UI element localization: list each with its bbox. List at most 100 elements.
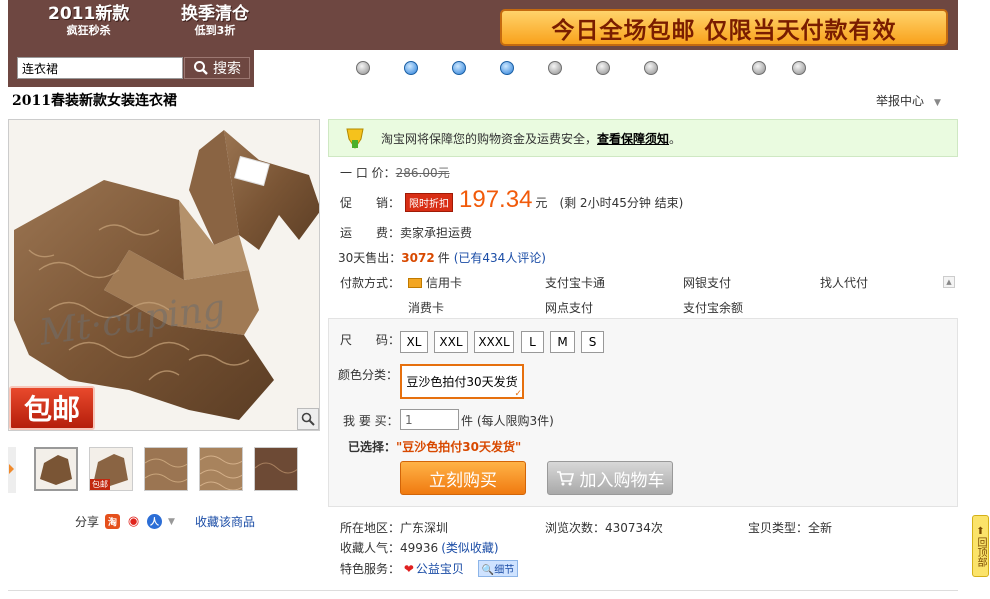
promo-new-title: 2011新款 — [48, 4, 130, 24]
size-option-xxl[interactable]: XXL — [434, 331, 468, 353]
payment-credit-card[interactable]: 信用卡 — [408, 274, 462, 291]
payment-online-bank[interactable]: 网银支付 — [683, 274, 731, 291]
share-row: 分享 淘 ◉ 人 ▼ 收藏该商品 — [75, 513, 255, 530]
similar-collections-link[interactable]: (类似收藏) — [441, 541, 498, 555]
promo-price-value: 197.34 — [459, 186, 533, 213]
search-input[interactable] — [17, 57, 183, 79]
original-price-row: 一 口 价： 286.00元 — [340, 164, 450, 181]
size-option-s[interactable]: S — [581, 331, 604, 353]
thumbnail-4[interactable] — [199, 447, 243, 491]
guarantee-info-link[interactable]: 查看保障须知 — [597, 132, 669, 146]
top-banner: 2011新款 疯狂秒杀 换季清仓 低到3折 今日全场包邮 仅限当天付款有效 — [8, 0, 958, 50]
detail-badge[interactable]: 🔍细节 — [477, 560, 519, 577]
nav-dot-8[interactable] — [752, 61, 766, 75]
payment-outlet[interactable]: 网点支付 — [545, 299, 593, 316]
report-center-menu[interactable]: 举报中心 ▼ — [876, 92, 941, 109]
payment-proxy-pay[interactable]: 找人代付 — [820, 274, 868, 291]
dress-image — [9, 120, 319, 430]
add-to-cart-button[interactable]: 加入购物车 — [547, 461, 673, 495]
location-value: 广东深圳 — [400, 521, 449, 535]
popularity-row: 收藏人气：49936 (类似收藏) — [340, 539, 499, 556]
views-value: 430734次 — [605, 521, 663, 535]
free-shipping-banner[interactable]: 今日全场包邮 仅限当天付款有效 — [500, 9, 948, 46]
color-label: 颜色分类： — [338, 368, 399, 382]
limited-discount-badge: 限时折扣 — [405, 193, 454, 212]
shipping-value: 卖家承担运费 — [400, 226, 473, 240]
thumbnail-5[interactable] — [254, 447, 298, 491]
search-button[interactable]: 搜索 — [184, 57, 250, 79]
nav-dot-7[interactable] — [644, 61, 658, 75]
thumbnail-dress-image — [36, 449, 76, 489]
guarantee-text: 淘宝网将保障您的购物资金及运费安全， — [381, 131, 598, 146]
payment-collapse-button[interactable]: ▲ — [943, 276, 955, 288]
payment-consumer-card[interactable]: 消费卡 — [408, 299, 444, 316]
chevron-down-icon[interactable]: ▼ — [168, 517, 175, 527]
search-bar: 搜索 — [8, 50, 254, 87]
selected-row: 已选择： "豆沙色拍付30天发货" — [348, 438, 521, 455]
thumbnail-1[interactable] — [34, 447, 78, 491]
sales-row: 30天售出： 3072 件 (已有434人评论) — [338, 249, 546, 266]
payment-alipay-balance[interactable]: 支付宝余额 — [683, 299, 743, 316]
size-option-xxxl[interactable]: XXXL — [474, 331, 514, 353]
zoom-button[interactable] — [297, 408, 319, 430]
location-label: 所在地区： — [340, 521, 401, 535]
popularity-label: 收藏人气： — [340, 541, 401, 555]
views-row: 浏览次数：430734次 — [545, 519, 663, 536]
payment-alipay-kaitong[interactable]: 支付宝卡通 — [545, 274, 605, 291]
color-option-selected[interactable]: 豆沙色拍付30天发货 — [400, 364, 524, 399]
detail-badge-label: 细节 — [494, 565, 515, 576]
thumb-prev-arrow[interactable] — [8, 447, 16, 493]
sales-label: 30天售出： — [338, 251, 402, 265]
shipping-label: 运 费： — [340, 226, 401, 240]
quantity-input[interactable] — [400, 409, 459, 430]
back-to-top-label: 回顶部 — [975, 536, 986, 567]
taobao-share-icon[interactable]: 淘 — [105, 514, 121, 529]
weibo-share-icon[interactable]: ◉ — [126, 514, 142, 529]
nav-dot-1[interactable] — [356, 61, 370, 75]
chevron-down-icon: ▼ — [934, 98, 941, 108]
selected-value: "豆沙色拍付30天发货" — [396, 440, 522, 454]
back-to-top-button[interactable]: ⬆ 回顶部 — [972, 515, 989, 577]
nav-dot-5[interactable] — [548, 61, 562, 75]
payment-option-label: 信用卡 — [426, 276, 463, 290]
divider — [8, 590, 958, 591]
free-shipping-mini-badge: 包邮 — [90, 479, 110, 490]
views-label: 浏览次数： — [545, 521, 606, 535]
quantity-note: 件 (每人限购3件) — [461, 414, 554, 428]
nav-dot-3[interactable] — [452, 61, 466, 75]
payment-label: 付款方式： — [340, 276, 401, 290]
promo-price-unit: 元 — [535, 196, 548, 210]
promo-clearance-subtitle: 低到3折 — [194, 24, 236, 37]
thumbnail-2[interactable]: 包邮 — [89, 447, 133, 491]
type-label: 宝贝类型： — [748, 521, 809, 535]
promo-new-subtitle: 疯狂秒杀 — [66, 24, 111, 37]
selected-label: 已选择： — [348, 440, 397, 454]
size-option-xl[interactable]: XL — [400, 331, 428, 353]
share-label: 分享 — [75, 515, 100, 529]
renren-share-icon[interactable]: 人 — [147, 514, 163, 529]
promo-clearance[interactable]: 换季清仓 低到3折 — [181, 6, 249, 37]
location-row: 所在地区：广东深圳 — [340, 519, 448, 536]
sales-unit: 件 — [437, 251, 450, 265]
nav-dot-9[interactable] — [792, 61, 806, 75]
main-product-image[interactable]: Mt·cuping 包邮 — [8, 119, 320, 431]
search-icon — [194, 61, 208, 75]
add-to-cart-label: 加入购物车 — [579, 470, 665, 491]
collect-product-link[interactable]: 收藏该商品 — [195, 513, 255, 530]
promo-new-arrivals[interactable]: 2011新款 疯狂秒杀 — [48, 4, 130, 37]
buy-now-button[interactable]: 立刻购买 — [400, 461, 526, 495]
cart-icon — [556, 471, 574, 486]
charity-item-link[interactable]: 公益宝贝 — [416, 562, 464, 576]
thumbnail-3[interactable] — [144, 447, 188, 491]
quantity-label: 我 要 买： — [343, 414, 399, 428]
free-shipping-badge: 包邮 — [9, 386, 95, 430]
promo-price-row: 促 销： 限时折扣 197.34 元 (剩 2小时45分钟 结束) — [340, 186, 683, 214]
nav-dot-2[interactable] — [404, 61, 418, 75]
nav-dot-6[interactable] — [596, 61, 610, 75]
credit-card-icon — [408, 278, 422, 288]
nav-dot-4[interactable] — [500, 61, 514, 75]
original-price-label: 一 口 价： — [340, 166, 396, 180]
reviews-link[interactable]: (已有434人评论) — [454, 249, 546, 266]
size-option-l[interactable]: L — [521, 331, 544, 353]
size-option-m[interactable]: M — [550, 331, 575, 353]
